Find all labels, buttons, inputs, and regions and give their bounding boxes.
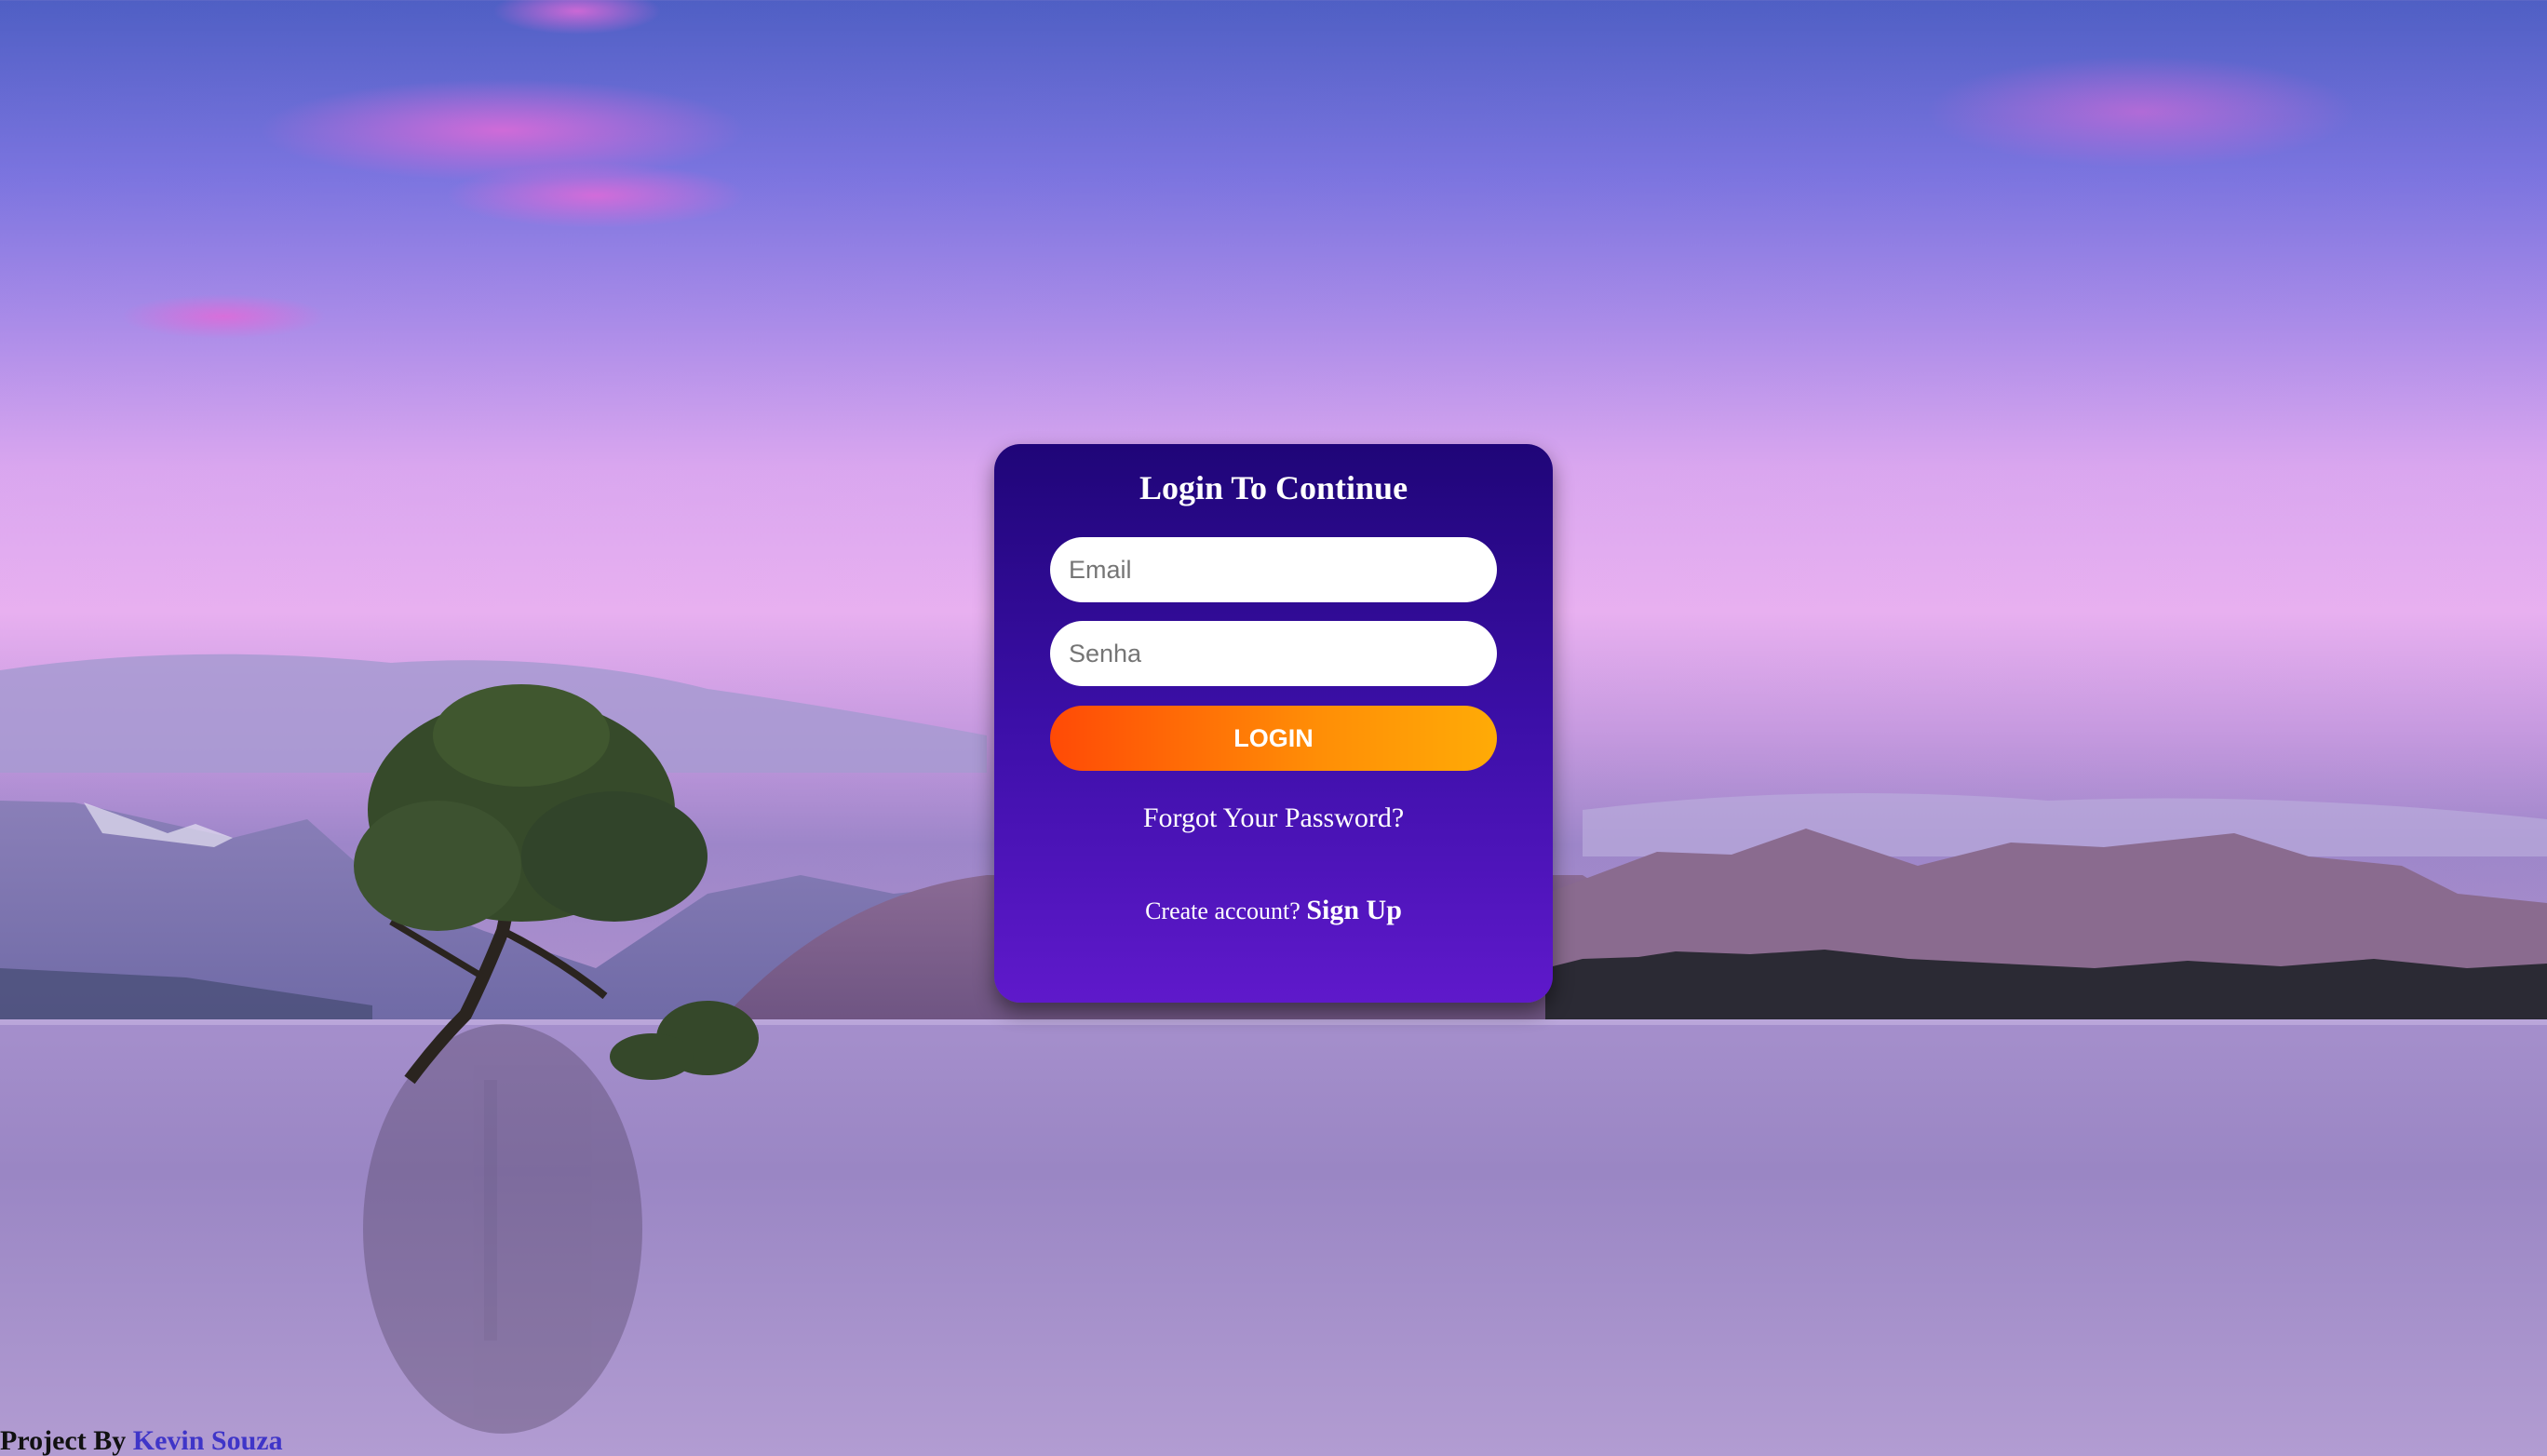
- signup-prompt: Create account?: [1145, 897, 1300, 924]
- pink-cloud: [1927, 56, 2355, 168]
- login-card: Login To Continue LOGIN Forgot Your Pass…: [994, 444, 1553, 1003]
- pink-cloud: [447, 163, 745, 228]
- tree-reflection: [363, 1024, 642, 1434]
- signup-link[interactable]: Sign Up: [1306, 895, 1402, 925]
- water-horizon: [0, 1019, 2547, 1025]
- pink-cloud: [261, 79, 745, 182]
- forgot-password-link[interactable]: Forgot Your Password?: [994, 802, 1553, 834]
- author-link[interactable]: Kevin Souza: [133, 1425, 283, 1456]
- credit-prefix: Project By: [0, 1425, 127, 1456]
- login-title: Login To Continue: [1139, 469, 1408, 506]
- pink-cloud: [493, 0, 661, 34]
- project-credit: Project By Kevin Souza: [0, 1425, 283, 1456]
- login-button[interactable]: LOGIN: [1050, 706, 1497, 771]
- password-field[interactable]: [1050, 621, 1497, 686]
- pink-cloud: [121, 294, 326, 339]
- email-field[interactable]: [1050, 537, 1497, 602]
- signup-row: Create account? Sign Up: [994, 895, 1553, 926]
